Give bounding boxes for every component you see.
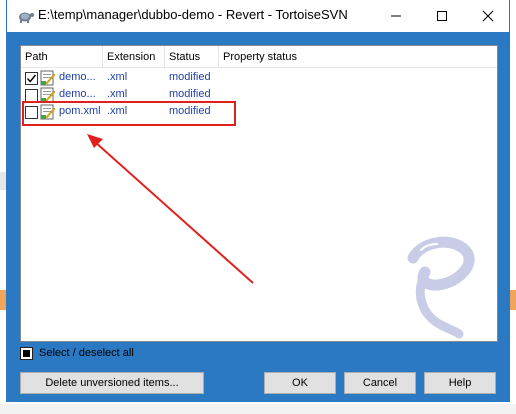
delete-unversioned-button[interactable]: Delete unversioned items... [20,372,204,394]
select-all-label: Select / deselect all [39,347,134,359]
select-all-checkbox[interactable]: Select / deselect all [20,346,134,360]
tortoisesvn-icon [19,12,34,23]
close-icon [482,10,494,21]
minimize-icon [391,15,401,16]
maximize-icon [437,10,447,21]
title-bar: E:\temp\manager\dubbo-demo - Revert - To… [6,0,510,32]
close-button[interactable] [465,0,511,31]
background-status-strip [0,404,516,414]
maximize-button[interactable] [419,0,465,31]
help-button[interactable]: Help [424,372,496,394]
indeterminate-mark-icon [23,349,30,357]
revert-dialog: E:\temp\manager\dubbo-demo - Revert - To… [6,0,510,402]
changes-list[interactable]: Path Extension Status Property status de… [20,45,498,342]
cancel-button[interactable]: Cancel [344,372,416,394]
minimize-button[interactable] [373,0,419,31]
tortoisesvn-watermark-icon [407,236,475,339]
dialog-client-area: Path Extension Status Property status de… [14,32,504,394]
ok-button[interactable]: OK [264,372,336,394]
window-title: E:\temp\manager\dubbo-demo - Revert - To… [38,7,348,22]
select-all-box[interactable] [20,346,33,360]
